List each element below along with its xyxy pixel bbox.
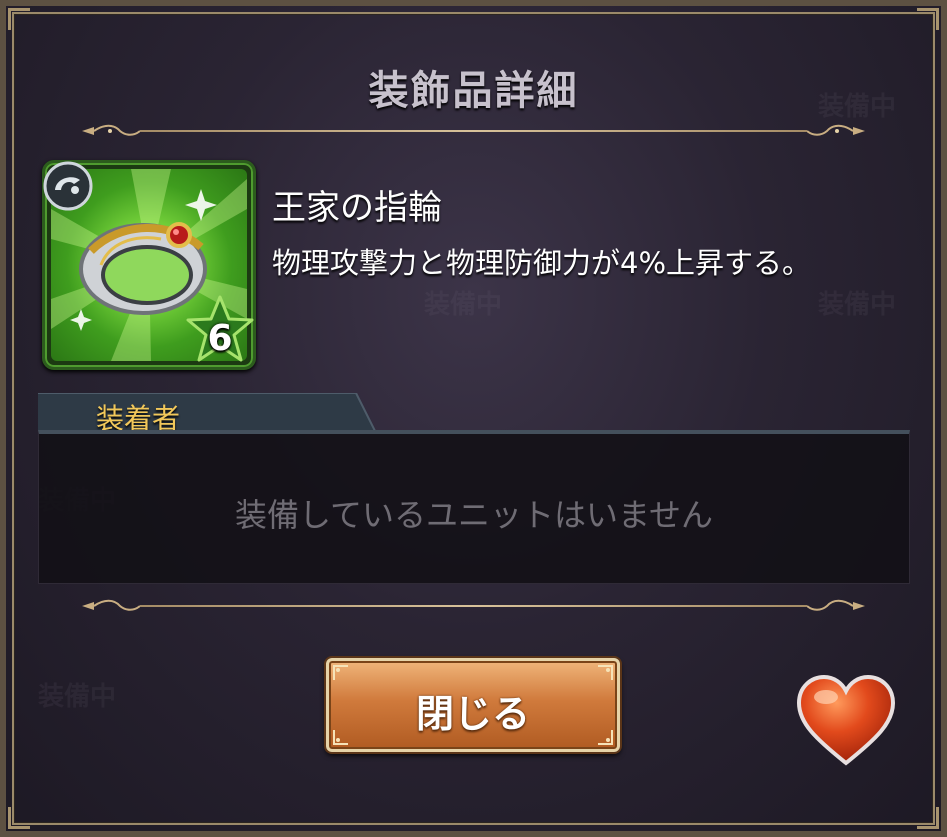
divider-ornament-icon xyxy=(807,124,865,136)
item-name: 王家の指輪 xyxy=(272,188,442,228)
rarity-level: 6 xyxy=(207,318,233,359)
divider-ornament-icon xyxy=(82,124,140,136)
item-description: 物理攻撃力と物理防御力が4%上昇する。 xyxy=(272,246,812,280)
accessory-category-icon xyxy=(43,161,93,211)
divider-ornament-icon xyxy=(807,599,865,611)
frame-corner-ornament xyxy=(8,8,30,30)
ornament-divider-top xyxy=(80,124,867,138)
favorite-heart-icon[interactable] xyxy=(796,673,896,768)
ornament-divider-bottom xyxy=(80,599,867,613)
close-button-label: 閉じる xyxy=(415,692,530,736)
frame-corner-ornament xyxy=(917,8,939,30)
frame-corner-ornament xyxy=(917,807,939,829)
button-corner-ornament-icon xyxy=(598,665,613,680)
divider-ornament-icon xyxy=(82,599,140,611)
close-button[interactable]: 閉じる xyxy=(326,658,620,752)
button-corner-ornament-icon xyxy=(333,665,348,680)
no-equipper-message: 装備しているユニットはいません xyxy=(234,496,714,534)
dialog-title: 装飾品詳細 xyxy=(368,68,579,114)
frame-corner-ornament xyxy=(8,807,30,829)
